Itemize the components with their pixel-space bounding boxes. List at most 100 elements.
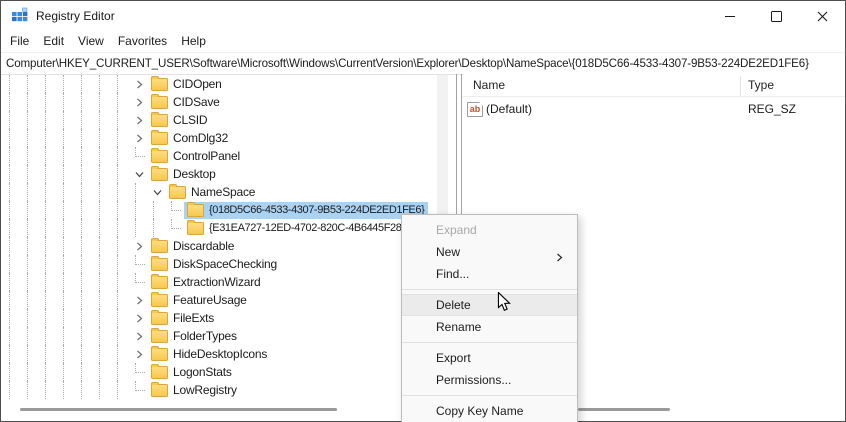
tree-guide-line (81, 93, 99, 111)
chevron-down-icon[interactable] (135, 165, 148, 183)
tree-row[interactable]: {018D5C66-4533-4307-9B53-224DE2ED1FE6} (1, 201, 454, 219)
tree-item[interactable]: FileExts (148, 309, 218, 327)
context-menu-item-delete[interactable]: Delete (402, 294, 577, 316)
tree-guide-line (9, 75, 27, 93)
column-header-type[interactable]: Type (748, 74, 774, 96)
tree-item-label: Discardable (173, 239, 235, 253)
tree-guide-line (99, 219, 117, 237)
menubar-item-help[interactable]: Help (174, 31, 213, 52)
tree-row[interactable]: CIDOpen (1, 75, 454, 93)
tree-guide-line (99, 363, 117, 381)
tree-guide-line (45, 111, 63, 129)
tree-item[interactable]: HideDesktopIcons (148, 345, 271, 363)
column-header-name[interactable]: Name (473, 74, 505, 96)
context-menu-item-export[interactable]: Export (402, 347, 577, 369)
tree-row[interactable]: Discardable (1, 237, 454, 255)
chevron-right-icon[interactable] (135, 327, 148, 345)
tree-item[interactable]: NameSpace (166, 183, 259, 201)
tree-guide-line (45, 129, 63, 147)
folder-icon (151, 75, 168, 91)
context-menu-item-find---[interactable]: Find... (402, 263, 577, 285)
tree-item[interactable]: DiskSpaceChecking (148, 255, 281, 273)
tree-row[interactable]: FileExts (1, 309, 454, 327)
tree-row[interactable]: ControlPanel (1, 147, 454, 165)
folder-icon (151, 363, 168, 379)
folder-icon (151, 147, 168, 163)
chevron-right-icon[interactable] (135, 291, 148, 309)
tree-item[interactable]: LogonStats (148, 363, 236, 381)
tree-item[interactable]: ControlPanel (148, 147, 244, 165)
tree-row[interactable]: HideDesktopIcons (1, 345, 454, 363)
chevron-right-icon[interactable] (135, 93, 148, 111)
tree-row[interactable]: LogonStats (1, 363, 454, 381)
tree-guide-line (9, 309, 27, 327)
tree-item[interactable]: CIDSave (148, 93, 224, 111)
tree-row[interactable]: ExtractionWizard (1, 273, 454, 291)
registry-editor-app-icon (11, 7, 29, 25)
title-bar: Registry Editor (1, 1, 845, 31)
tree-row[interactable]: FeatureUsage (1, 291, 454, 309)
tree-item[interactable]: {E31EA727-12ED-4702-820C-4B6445F28E (184, 219, 412, 237)
column-divider[interactable] (740, 76, 741, 96)
tree-guide-line (63, 147, 81, 165)
tree-item[interactable]: CLSID (148, 111, 211, 129)
tree-guide-line (9, 363, 27, 381)
tree-guide-line (81, 327, 99, 345)
tree-connector-line (171, 201, 181, 211)
maximize-button[interactable] (753, 1, 799, 32)
tree-guide-line (117, 219, 135, 237)
tree-guide-line (45, 219, 63, 237)
tree-row[interactable]: {E31EA727-12ED-4702-820C-4B6445F28E (1, 219, 454, 237)
context-menu-item-rename[interactable]: Rename (402, 316, 577, 338)
tree-item[interactable]: LowRegistry (148, 381, 241, 399)
tree-item[interactable]: FolderTypes (148, 327, 241, 345)
tree-item[interactable]: FeatureUsage (148, 291, 251, 309)
values-horizontal-scrollbar-thumb[interactable] (578, 408, 670, 411)
minimize-button[interactable] (707, 1, 753, 32)
tree-row[interactable]: FolderTypes (1, 327, 454, 345)
tree-row[interactable]: CLSID (1, 111, 454, 129)
close-button[interactable] (799, 1, 845, 32)
chevron-right-icon[interactable] (135, 111, 148, 129)
tree-guide-line (45, 309, 63, 327)
tree-guide-line (99, 327, 117, 345)
tree-connector (135, 255, 148, 273)
tree-item[interactable]: ExtractionWizard (148, 273, 265, 291)
chevron-right-icon[interactable] (135, 237, 148, 255)
chevron-right-icon[interactable] (135, 129, 148, 147)
chevron-down-icon[interactable] (153, 183, 166, 201)
tree-guide-line (117, 255, 135, 273)
tree-row[interactable]: CIDSave (1, 93, 454, 111)
tree-horizontal-scrollbar-thumb[interactable] (20, 408, 337, 411)
tree-row[interactable]: LowRegistry (1, 381, 454, 399)
address-bar[interactable]: Computer\HKEY_CURRENT_USER\Software\Micr… (1, 52, 845, 75)
tree-item-label: Desktop (173, 167, 216, 181)
menubar-item-view[interactable]: View (71, 31, 111, 52)
context-menu-item-new[interactable]: New (402, 241, 577, 263)
tree-row[interactable]: ComDlg32 (1, 129, 454, 147)
tree-guide-line (81, 219, 99, 237)
tree-item[interactable]: CIDOpen (148, 75, 226, 93)
menubar-item-edit[interactable]: Edit (36, 31, 71, 52)
tree-item-selected[interactable]: {018D5C66-4533-4307-9B53-224DE2ED1FE6} (184, 201, 429, 219)
tree-row[interactable]: DiskSpaceChecking (1, 255, 454, 273)
context-menu-item-copy-key-name[interactable]: Copy Key Name (402, 400, 577, 422)
tree-item[interactable]: Desktop (148, 165, 220, 183)
tree-row[interactable]: Desktop (1, 165, 454, 183)
value-row[interactable]: ab (Default) REG_SZ (463, 100, 845, 119)
tree-guide-line (81, 147, 99, 165)
tree-item[interactable]: Discardable (148, 237, 238, 255)
string-value-icon: ab (467, 102, 483, 117)
folder-icon (151, 345, 168, 361)
menubar-item-favorites[interactable]: Favorites (111, 31, 174, 52)
tree-item[interactable]: ComDlg32 (148, 129, 232, 147)
context-menu-item-expand: Expand (436, 223, 477, 237)
menubar-item-file[interactable]: File (3, 31, 36, 52)
chevron-right-icon[interactable] (135, 309, 148, 327)
tree-row[interactable]: NameSpace (1, 183, 454, 201)
chevron-right-icon[interactable] (135, 345, 148, 363)
tree-guide-line (45, 237, 63, 255)
context-menu-item-permissions---[interactable]: Permissions... (402, 369, 577, 391)
window-controls (707, 1, 845, 32)
chevron-right-icon[interactable] (135, 75, 148, 93)
